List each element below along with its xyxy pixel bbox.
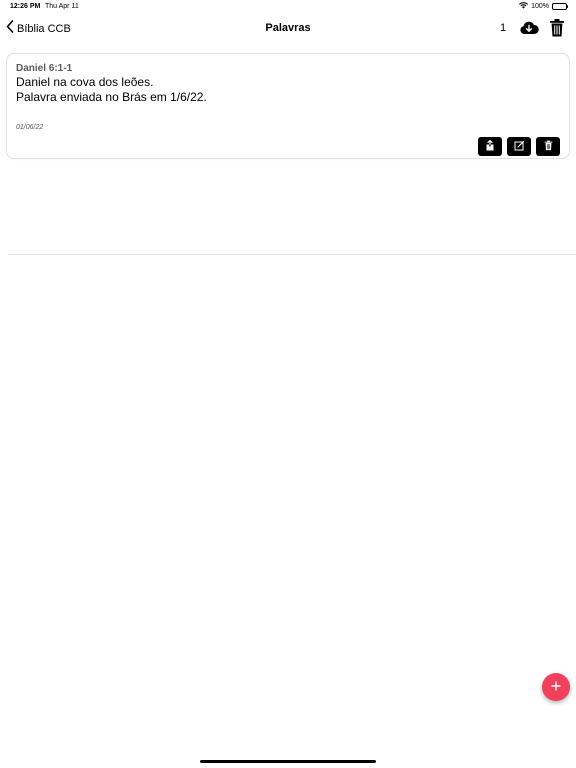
card-reference: Daniel 6:1-1 bbox=[16, 63, 73, 74]
page-title: Palavras bbox=[265, 22, 311, 34]
status-indicators: 100% bbox=[519, 2, 568, 11]
delete-button[interactable] bbox=[536, 137, 560, 156]
card-date: 01/06/22 bbox=[16, 124, 44, 131]
back-label: Bíblia CCB bbox=[17, 23, 71, 35]
edit-icon bbox=[514, 138, 525, 156]
share-button[interactable] bbox=[478, 137, 502, 156]
cloud-download-button[interactable] bbox=[519, 19, 539, 37]
status-date: Thu Apr 11 bbox=[45, 3, 79, 10]
back-button[interactable]: Bíblia CCB bbox=[6, 20, 71, 38]
home-indicator[interactable] bbox=[200, 760, 376, 763]
battery-icon bbox=[552, 3, 568, 10]
trash-icon bbox=[544, 138, 553, 156]
cloud-download-icon bbox=[519, 21, 539, 41]
word-count: 1 bbox=[500, 22, 507, 34]
share-icon bbox=[485, 138, 495, 156]
battery-percent: 100% bbox=[531, 3, 549, 10]
plus-icon bbox=[551, 678, 561, 696]
status-time: 12:26 PM bbox=[10, 3, 41, 10]
card-actions bbox=[478, 137, 560, 156]
chevron-left-icon bbox=[6, 20, 14, 38]
list-divider bbox=[8, 254, 576, 255]
word-card[interactable]: Daniel 6:1-1 Daniel na cova dos leões. P… bbox=[6, 53, 570, 159]
delete-all-button[interactable] bbox=[549, 18, 565, 38]
trash-icon bbox=[549, 19, 565, 42]
add-word-button[interactable] bbox=[542, 673, 570, 701]
edit-button[interactable] bbox=[507, 137, 531, 156]
wifi-icon bbox=[519, 2, 529, 11]
navigation-bar: Bíblia CCB Palavras 1 bbox=[0, 14, 576, 44]
status-bar: 12:26 PM Thu Apr 11 100% bbox=[0, 0, 576, 14]
card-text: Daniel na cova dos leões. Palavra enviad… bbox=[16, 75, 207, 104]
